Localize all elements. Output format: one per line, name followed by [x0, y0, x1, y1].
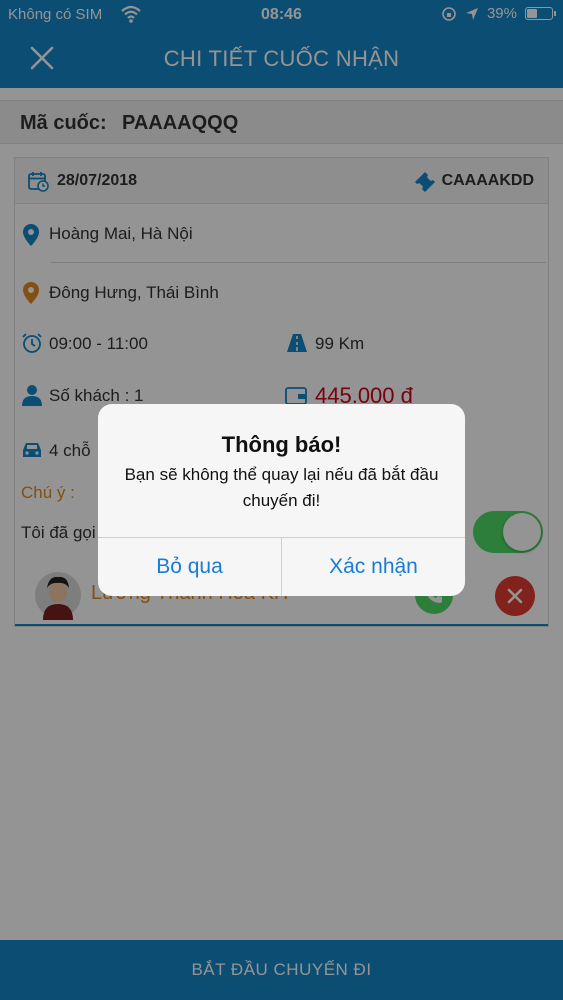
dialog-confirm-button[interactable]: Xác nhận — [282, 537, 465, 596]
dialog-message: Bạn sẽ không thể quay lại nếu đã bắt đầu… — [124, 465, 439, 510]
confirm-dialog: Thông báo! Bạn sẽ không thể quay lại nếu… — [98, 404, 465, 596]
dialog-cancel-button[interactable]: Bỏ qua — [98, 537, 281, 596]
dialog-title: Thông báo! — [221, 432, 342, 457]
